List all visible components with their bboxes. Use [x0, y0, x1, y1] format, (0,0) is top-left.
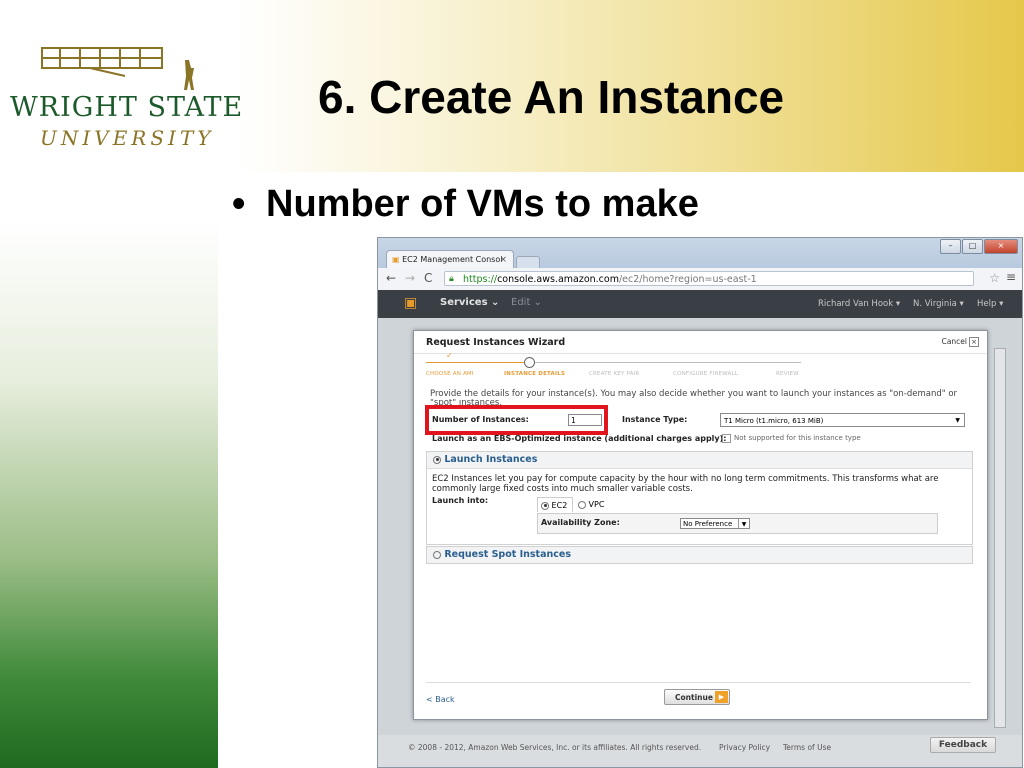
step-done-check-icon: ✓ — [446, 351, 453, 360]
wizard-title: Request Instances Wizard — [426, 337, 566, 348]
forward-arrow-icon[interactable]: → — [405, 271, 415, 285]
console-scrollbar[interactable] — [994, 348, 1006, 728]
back-arrow-icon[interactable]: ← — [386, 271, 396, 285]
url-field[interactable]: 🔒︎ https://console.aws.amazon.com/ec2/hom… — [444, 271, 974, 286]
slide-title: 6. Create An Instance — [318, 71, 785, 123]
cancel-label: Cancel — [941, 337, 967, 346]
wizard-intro-text: Provide the details for your instance(s)… — [430, 389, 958, 399]
bookmark-star-icon[interactable]: ☆ — [989, 271, 1000, 285]
tab-title: EC2 Management Consol — [402, 255, 503, 264]
launch-instances-title: Launch Instances — [444, 454, 538, 465]
browser-tab[interactable]: ▣ EC2 Management Consol × — [386, 250, 514, 268]
address-bar-row: ← → C 🔒︎ https://console.aws.amazon.com/e… — [378, 268, 1022, 291]
maximize-button[interactable]: □ — [962, 239, 983, 254]
wizard-footer-divider — [426, 682, 971, 683]
ec2-label: EC2 — [551, 501, 568, 510]
back-link[interactable]: < Back — [426, 695, 455, 704]
lock-icon: 🔒︎ — [449, 274, 454, 284]
url-host: console.aws.amazon.com — [497, 274, 619, 285]
ebs-optimized-checkbox[interactable] — [722, 434, 731, 443]
availability-zone-box: Availability Zone: No Preference ▼ — [537, 513, 938, 534]
user-menu[interactable]: Richard Van Hook ▾ — [818, 299, 900, 309]
ec2-tab[interactable]: EC2 — [537, 497, 573, 512]
step-choose-ami: CHOOSE AN AMI — [426, 371, 474, 377]
ec2-radio[interactable] — [541, 501, 549, 510]
launch-into-label: Launch into: — [432, 496, 489, 505]
step-configure-firewall: CONFIGURE FIREWALL — [673, 371, 739, 377]
launch-instances-header[interactable]: Launch Instances — [427, 452, 972, 469]
spot-instances-panel[interactable]: Request Spot Instances — [426, 546, 973, 564]
vpc-radio[interactable] — [578, 500, 586, 509]
dropdown-caret-icon: ▼ — [738, 519, 749, 528]
launch-instances-option[interactable]: Launch Instances — [433, 454, 537, 465]
university-logo: WRIGHT STATE UNIVERSITY — [0, 0, 242, 172]
request-instances-wizard: Request Instances Wizard Cancel × ✓ CHOOS… — [413, 330, 988, 720]
instance-type-value: T1 Micro (t1.micro, 613 MiB) — [724, 417, 824, 425]
continue-button[interactable]: Continue ▶ — [664, 689, 730, 705]
terms-link[interactable]: Terms of Use — [783, 743, 831, 752]
url-scheme: https:// — [463, 274, 498, 285]
launch-instances-panel: Launch Instances EC2 Instances let you p… — [426, 451, 973, 545]
vpc-label: VPC — [588, 500, 605, 509]
privacy-link[interactable]: Privacy Policy — [719, 743, 770, 752]
instance-type-label: Instance Type: — [622, 415, 688, 424]
availability-zone-label: Availability Zone: — [541, 518, 620, 527]
browser-menu-icon[interactable]: ≡ — [1006, 270, 1016, 284]
ebs-optimized-label: Launch as an EBS-Optimized instance (add… — [432, 434, 727, 443]
bullet-dot-icon: • — [232, 183, 246, 225]
region-menu[interactable]: N. Virginia ▾ — [913, 299, 964, 309]
step-instance-details: INSTANCE DETAILS — [504, 371, 566, 377]
url-path: /ec2/home?region=us-east-1 — [618, 274, 757, 285]
launch-into-tabs: EC2 VPC Availability Zone: No Preference… — [537, 497, 938, 537]
help-menu[interactable]: Help ▾ — [977, 299, 1003, 309]
bullet-text: Number of VMs to make — [266, 183, 699, 225]
spot-instances-option[interactable]: Request Spot Instances — [433, 549, 571, 560]
reload-icon[interactable]: C — [424, 271, 432, 285]
slide-left-gradient — [0, 172, 218, 768]
ebs-optimized-note: Not supported for this instance type — [734, 434, 861, 442]
close-icon[interactable]: × — [969, 337, 979, 347]
aws-favicon-icon: ▣ — [392, 255, 400, 264]
vpc-tab[interactable]: VPC — [575, 497, 610, 512]
step-create-key-pair: CREATE KEY PAIR — [589, 371, 640, 377]
instance-type-select[interactable]: T1 Micro (t1.micro, 613 MiB) ▼ — [720, 413, 965, 427]
services-menu[interactable]: Services ⌄ — [440, 297, 499, 308]
steps-track-done — [426, 362, 526, 363]
step-review: REVIEW — [776, 371, 799, 377]
spot-instances-radio[interactable] — [433, 550, 441, 559]
aws-cube-icon[interactable]: ▣ — [404, 296, 418, 311]
launch-instances-description: EC2 Instances let you pay for compute ca… — [432, 474, 939, 494]
console-footer: © 2008 - 2012, Amazon Web Services, Inc.… — [378, 735, 1022, 767]
edit-menu[interactable]: Edit ⌄ — [511, 297, 542, 308]
minimize-button[interactable]: – — [940, 239, 961, 254]
wizard-steps: ✓ CHOOSE AN AMI INSTANCE DETAILS CREATE … — [426, 351, 806, 381]
current-step-marker — [524, 357, 535, 368]
feedback-button[interactable]: Feedback — [930, 737, 996, 753]
tab-close-icon[interactable]: × — [499, 251, 507, 268]
launch-instances-radio[interactable] — [433, 455, 441, 464]
slide-bullet: • Number of VMs to make — [232, 183, 699, 226]
aws-nav-bar: ▣ Services ⌄ Edit ⌄ Richard Van Hook ▾ N… — [378, 290, 1022, 318]
continue-label: Continue — [675, 693, 713, 702]
red-highlight-box — [425, 405, 608, 435]
copyright-text: © 2008 - 2012, Amazon Web Services, Inc.… — [408, 743, 702, 752]
close-window-button[interactable]: × — [984, 239, 1018, 254]
university-name: WRIGHT STATE — [10, 92, 244, 123]
spot-instances-title: Request Spot Instances — [444, 549, 571, 560]
university-subtitle: UNIVERSITY — [40, 126, 215, 150]
availability-zone-select[interactable]: No Preference ▼ — [680, 518, 750, 529]
window-controls: – □ × — [940, 239, 1018, 254]
browser-window: ▣ EC2 Management Consol × – □ × ← → C 🔒︎… — [377, 237, 1023, 768]
cancel-button[interactable]: Cancel × — [942, 337, 979, 347]
continue-arrow-icon: ▶ — [715, 691, 728, 703]
browser-titlebar: ▣ EC2 Management Consol × – □ × — [378, 238, 1022, 269]
dropdown-caret-icon: ▼ — [955, 417, 960, 424]
availability-zone-value: No Preference — [683, 520, 733, 528]
